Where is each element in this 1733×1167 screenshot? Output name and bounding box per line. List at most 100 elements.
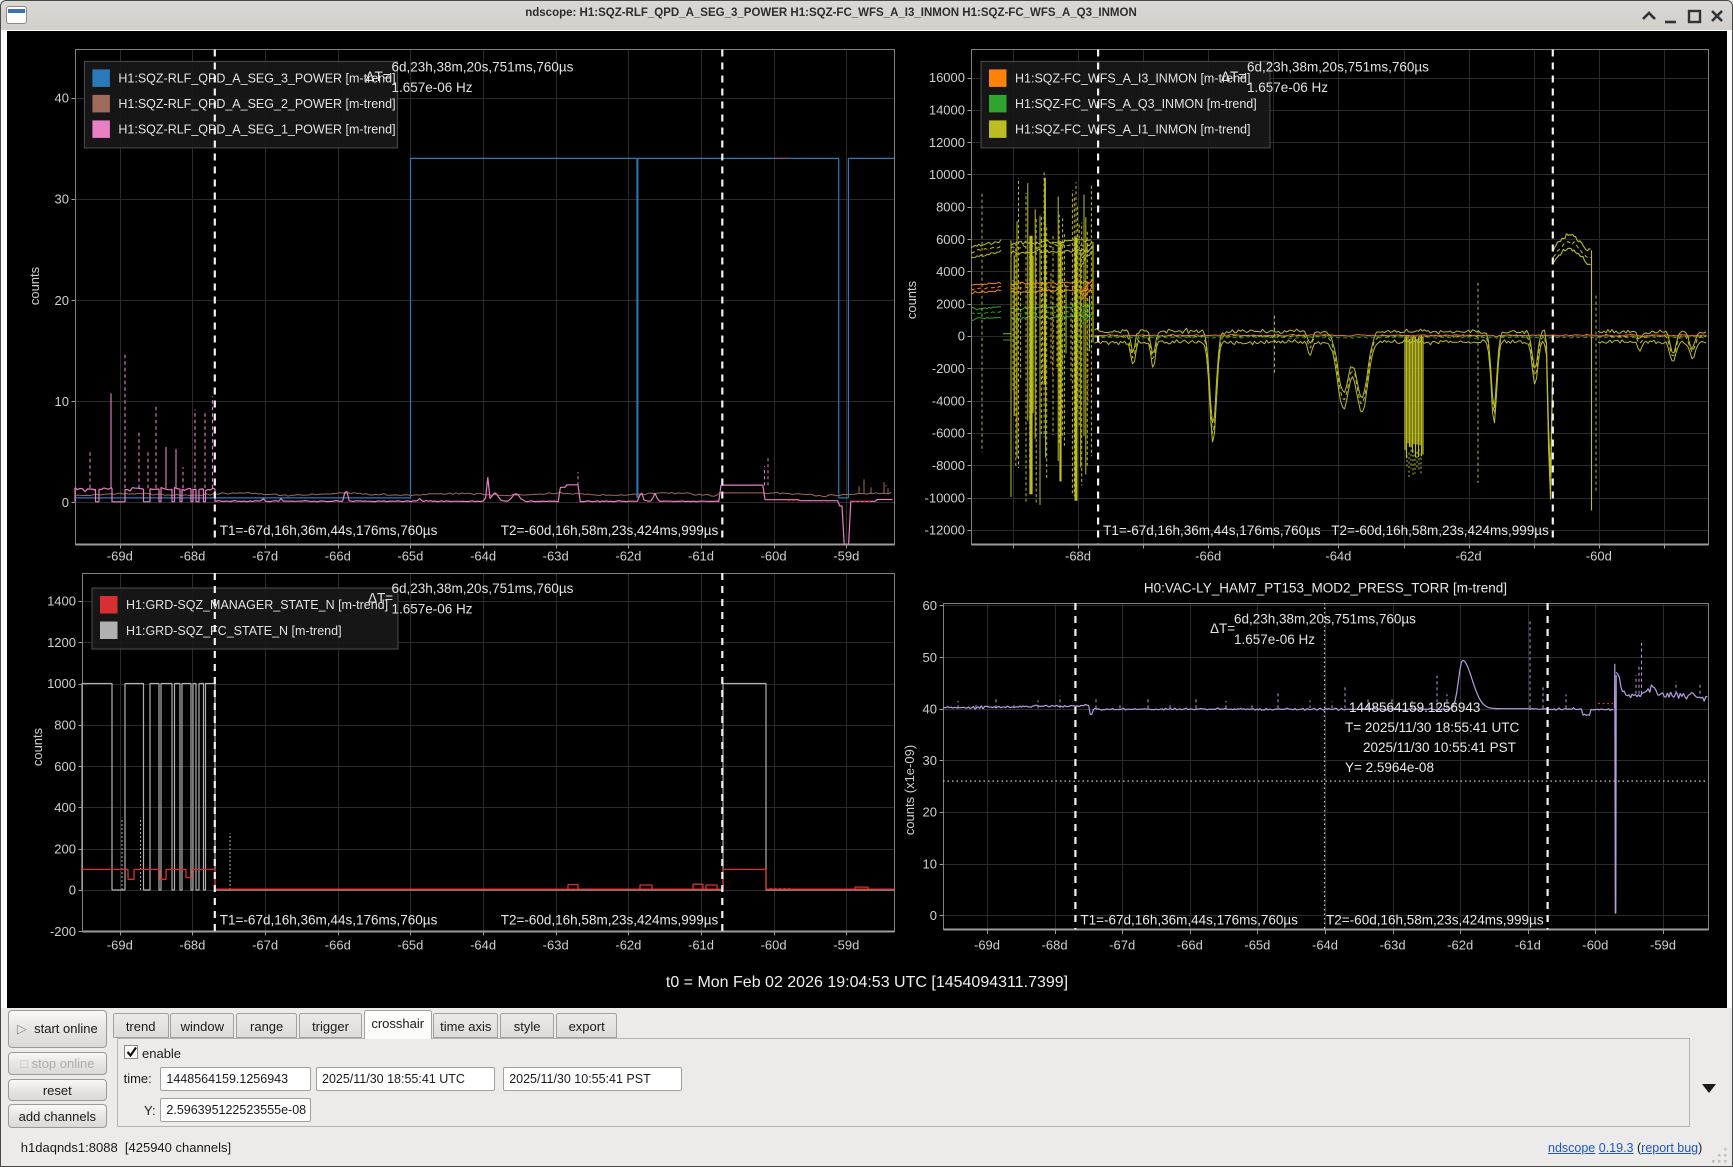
- svg-text:-64d: -64d: [470, 549, 496, 564]
- svg-text:-68d: -68d: [179, 938, 205, 953]
- svg-text:H1:SQZ-RLF_QPD_A_SEG_2_POWER [: H1:SQZ-RLF_QPD_A_SEG_2_POWER [m-trend]: [118, 97, 395, 111]
- svg-text:-61d: -61d: [688, 938, 714, 953]
- svg-text:-65d: -65d: [397, 938, 423, 953]
- svg-text:-66d: -66d: [1177, 938, 1203, 953]
- svg-text:counts: counts: [30, 727, 45, 766]
- svg-text:6d,23h,38m,20s,751ms,760µs: 6d,23h,38m,20s,751ms,760µs: [1234, 612, 1416, 627]
- svg-text:400: 400: [54, 800, 76, 815]
- svg-text:2025/11/30 10:55:41 PST: 2025/11/30 10:55:41 PST: [1363, 740, 1516, 755]
- svg-text:30: 30: [923, 753, 937, 768]
- svg-text:-12000: -12000: [925, 523, 965, 538]
- svg-text:-2000: -2000: [932, 361, 965, 376]
- svg-text:-6000: -6000: [932, 426, 965, 441]
- svg-text:T2=-60d,16h,58m,23s,424ms,999µ: T2=-60d,16h,58m,23s,424ms,999µs: [1326, 913, 1544, 928]
- svg-text:16000: 16000: [929, 70, 965, 85]
- svg-text:T2=-60d,16h,58m,23s,424ms,999µ: T2=-60d,16h,58m,23s,424ms,999µs: [1331, 523, 1549, 538]
- svg-text:counts: counts: [904, 280, 919, 319]
- svg-text:-69d: -69d: [107, 938, 133, 953]
- svg-text:T1=-67d,16h,36m,44s,176ms,760µ: T1=-67d,16h,36m,44s,176ms,760µs: [1103, 523, 1321, 538]
- svg-text:1000: 1000: [47, 676, 76, 691]
- svg-text:-60d: -60d: [1582, 938, 1608, 953]
- svg-text:1.657e-06 Hz: 1.657e-06 Hz: [1247, 80, 1328, 95]
- svg-text:H1:GRD-SQZ_FC_STATE_N [m-trend: H1:GRD-SQZ_FC_STATE_N [m-trend]: [126, 624, 342, 638]
- svg-text:-67d: -67d: [252, 549, 278, 564]
- svg-text:H1:SQZ-FC_WFS_A_I1_INMON [m-tr: H1:SQZ-FC_WFS_A_I1_INMON [m-trend]: [1015, 123, 1250, 137]
- svg-text:-200: -200: [50, 924, 76, 939]
- svg-text:-63d: -63d: [543, 549, 569, 564]
- svg-text:600: 600: [54, 759, 76, 774]
- svg-text:-10000: -10000: [925, 490, 965, 505]
- svg-text:ΔT=: ΔT=: [1221, 69, 1246, 84]
- svg-text:40: 40: [55, 90, 69, 105]
- svg-text:-59d: -59d: [833, 938, 859, 953]
- svg-text:4000: 4000: [936, 264, 965, 279]
- svg-text:800: 800: [54, 718, 76, 733]
- svg-text:1400: 1400: [47, 594, 76, 609]
- svg-text:-64d: -64d: [1325, 549, 1351, 564]
- svg-text:40: 40: [923, 701, 937, 716]
- svg-text:1448564159.1256943: 1448564159.1256943: [1349, 700, 1480, 715]
- svg-text:-68d: -68d: [1042, 938, 1068, 953]
- svg-text:-69d: -69d: [107, 549, 133, 564]
- svg-text:ΔT=: ΔT=: [366, 69, 391, 84]
- svg-text:10: 10: [923, 856, 937, 871]
- svg-text:T= 2025/11/30 18:55:41 UTC: T= 2025/11/30 18:55:41 UTC: [1345, 720, 1519, 735]
- svg-text:-68d: -68d: [179, 549, 205, 564]
- svg-text:30: 30: [55, 192, 69, 207]
- svg-text:-60d: -60d: [761, 938, 787, 953]
- svg-text:60: 60: [923, 598, 937, 613]
- svg-text:-64d: -64d: [470, 938, 496, 953]
- svg-text:counts: counts: [27, 266, 42, 305]
- svg-text:1.657e-06 Hz: 1.657e-06 Hz: [392, 80, 473, 95]
- svg-text:Y= 2.5964e-08: Y= 2.5964e-08: [1345, 760, 1434, 775]
- svg-text:-61d: -61d: [688, 549, 714, 564]
- svg-text:H1:SQZ-FC_WFS_A_I3_INMON [m-tr: H1:SQZ-FC_WFS_A_I3_INMON [m-trend]: [1015, 72, 1250, 86]
- svg-text:0: 0: [958, 329, 965, 344]
- svg-text:-59d: -59d: [1650, 938, 1676, 953]
- svg-text:10000: 10000: [929, 167, 965, 182]
- svg-text:8000: 8000: [936, 200, 965, 215]
- svg-text:1.657e-06 Hz: 1.657e-06 Hz: [1234, 632, 1315, 647]
- svg-text:H1:SQZ-RLF_QPD_A_SEG_3_POWER [: H1:SQZ-RLF_QPD_A_SEG_3_POWER [m-trend]: [118, 72, 395, 86]
- svg-text:-68d: -68d: [1065, 549, 1091, 564]
- svg-text:T2=-60d,16h,58m,23s,424ms,999µ: T2=-60d,16h,58m,23s,424ms,999µs: [501, 913, 719, 928]
- svg-text:-59d: -59d: [833, 549, 859, 564]
- svg-text:14000: 14000: [929, 103, 965, 118]
- svg-text:-67d: -67d: [1109, 938, 1135, 953]
- svg-text:-67d: -67d: [252, 938, 278, 953]
- svg-text:T2=-60d,16h,58m,23s,424ms,999µ: T2=-60d,16h,58m,23s,424ms,999µs: [501, 523, 719, 538]
- svg-text:-60d: -60d: [761, 549, 787, 564]
- svg-text:0: 0: [62, 495, 69, 510]
- svg-text:T1=-67d,16h,36m,44s,176ms,760µ: T1=-67d,16h,36m,44s,176ms,760µs: [220, 913, 438, 928]
- svg-text:H1:SQZ-FC_WFS_A_Q3_INMON [m-tr: H1:SQZ-FC_WFS_A_Q3_INMON [m-trend]: [1015, 97, 1257, 111]
- svg-text:counts (x1e-09): counts (x1e-09): [902, 745, 917, 835]
- svg-text:0: 0: [930, 908, 937, 923]
- svg-text:-63d: -63d: [1380, 938, 1406, 953]
- svg-text:ΔT=: ΔT=: [1210, 621, 1235, 636]
- svg-text:-66d: -66d: [325, 938, 351, 953]
- svg-text:12000: 12000: [929, 135, 965, 150]
- svg-text:H0:VAC-LY_HAM7_PT153_MOD2_PRES: H0:VAC-LY_HAM7_PT153_MOD2_PRESS_TORR [m-…: [1144, 581, 1507, 596]
- svg-text:1200: 1200: [47, 635, 76, 650]
- svg-text:-64d: -64d: [1312, 938, 1338, 953]
- svg-text:ΔT=: ΔT=: [368, 591, 393, 606]
- svg-text:-69d: -69d: [974, 938, 1000, 953]
- svg-text:6d,23h,38m,20s,751ms,760µs: 6d,23h,38m,20s,751ms,760µs: [392, 60, 574, 75]
- svg-text:50: 50: [923, 650, 937, 665]
- svg-text:200: 200: [54, 841, 76, 856]
- svg-text:10: 10: [55, 394, 69, 409]
- svg-text:T1=-67d,16h,36m,44s,176ms,760µ: T1=-67d,16h,36m,44s,176ms,760µs: [1080, 913, 1298, 928]
- svg-text:20: 20: [55, 293, 69, 308]
- svg-text:-65d: -65d: [397, 549, 423, 564]
- svg-text:-8000: -8000: [932, 458, 965, 473]
- svg-text:20: 20: [923, 805, 937, 820]
- svg-text:2000: 2000: [936, 296, 965, 311]
- svg-text:-63d: -63d: [543, 938, 569, 953]
- svg-text:-62d: -62d: [1456, 549, 1482, 564]
- svg-text:6000: 6000: [936, 232, 965, 247]
- svg-text:-4000: -4000: [932, 393, 965, 408]
- svg-text:-60d: -60d: [1586, 549, 1612, 564]
- svg-text:-62d: -62d: [615, 549, 641, 564]
- svg-text:6d,23h,38m,20s,751ms,760µs: 6d,23h,38m,20s,751ms,760µs: [392, 581, 574, 596]
- svg-text:1.657e-06 Hz: 1.657e-06 Hz: [392, 601, 473, 616]
